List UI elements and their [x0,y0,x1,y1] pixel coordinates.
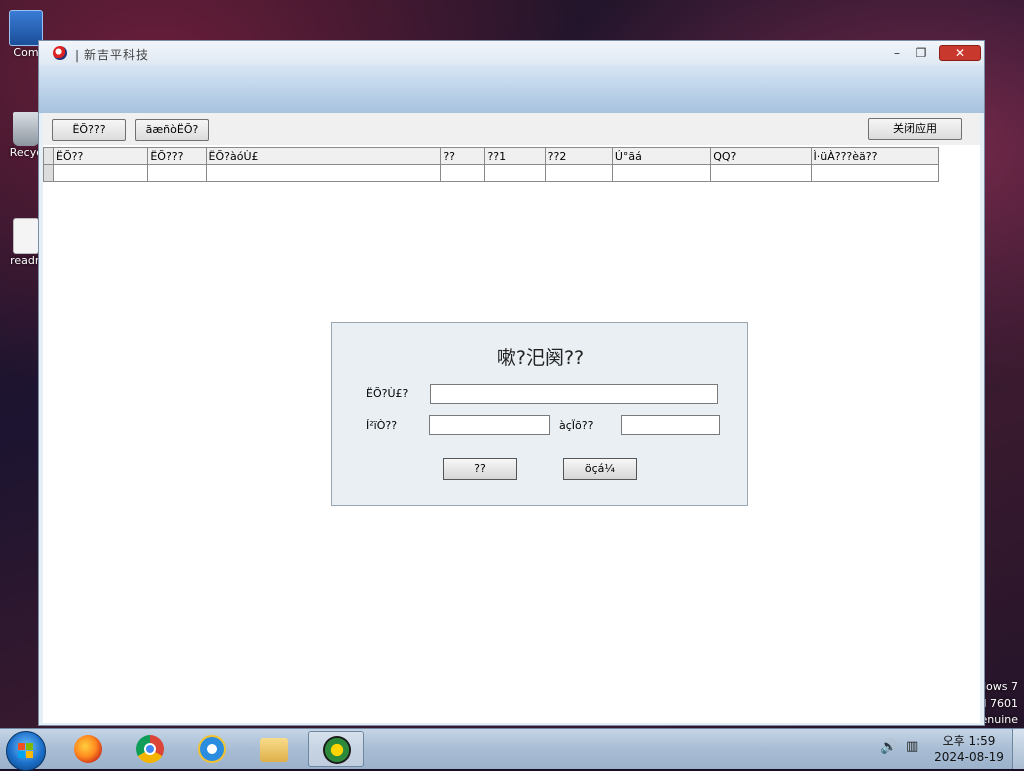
column-header[interactable]: ??1 [484,147,546,165]
grid-header-row: ËÕ?? ËÕ??? ËÕ?àóÙ£ ?? ??1 ??2 Ú°ãá QQ? Ì… [42,147,940,165]
recycle-bin-icon [13,112,39,146]
maximize-button[interactable]: ❐ [911,45,931,61]
field3-label: àçÏõ?? [559,419,594,432]
login-dialog: 嗽?汜阕?? ËÕ?Ù£? Í²ïÒ?? àçÏõ?? ?? öçá¼ [331,322,748,506]
network-icon[interactable]: ▥ [906,739,918,754]
chrome-icon [136,735,164,763]
toolbar-button-2[interactable]: ãæñòËÕ? [135,119,209,141]
document-icon [13,218,39,254]
minimize-button[interactable]: – [887,45,907,61]
column-header[interactable]: ËÕ?? [53,147,149,165]
table-cell[interactable] [53,164,149,182]
column-header[interactable]: ??2 [544,147,613,165]
close-app-button[interactable]: 关闭应用 [868,118,962,140]
column-header[interactable]: ËÕ??? [147,147,207,165]
table-cell[interactable] [710,164,812,182]
taskbar: 🔊 ▥ 오후 1:59 2024-08-19 [0,728,1024,771]
windows-watermark-line: d 7601 [979,697,1018,710]
volume-icon[interactable]: 🔊 [880,739,897,755]
field3-input[interactable] [621,415,720,435]
table-cell[interactable] [611,164,712,182]
app-icon [323,736,351,764]
field1-label: ËÕ?Ù£? [366,387,409,400]
window-title-text: 新吉平科技 [84,48,150,62]
column-header[interactable]: Ú°ãá [611,147,712,165]
table-cell[interactable] [484,164,546,182]
windows-logo-icon [18,743,34,759]
folder-icon [260,738,288,762]
start-button[interactable] [6,731,46,771]
show-desktop-button[interactable] [1012,729,1024,769]
taskbar-file-explorer[interactable] [246,731,302,767]
table-cell[interactable] [205,164,442,182]
toolbar-button-1[interactable]: ËÕ??? [52,119,126,141]
internet-explorer-icon [198,735,226,763]
clock-time: 오후 1:59 [942,734,996,748]
app-logo-icon [53,46,67,60]
table-cell[interactable] [544,164,613,182]
windows-watermark-line: enuine [980,713,1018,726]
clock[interactable]: 오후 1:59 2024-08-19 [932,733,1006,765]
toolbar: ËÕ??? ãæñòËÕ? 关闭应用 [43,113,980,145]
column-header[interactable]: ËÕ?àóÙ£ [205,147,442,165]
header-banner [39,65,984,113]
title-bar[interactable]: | 新吉平科技 – ❐ ✕ [39,41,984,65]
table-cell[interactable] [440,164,486,182]
taskbar-firefox[interactable] [60,731,116,767]
table-row[interactable] [42,164,940,182]
close-button[interactable]: ✕ [939,45,981,61]
data-grid: ËÕ?? ËÕ??? ËÕ?àóÙ£ ?? ??1 ??2 Ú°ãá QQ? Ì… [42,147,940,182]
ok-button[interactable]: ?? [443,458,517,480]
row-header-corner [42,147,55,165]
firefox-icon [74,735,102,763]
taskbar-internet-explorer[interactable] [184,731,240,767]
taskbar-app-active[interactable] [308,731,364,767]
dialog-title: 嗽?汜阕?? [496,347,585,369]
field2-input[interactable] [429,415,550,435]
table-cell[interactable] [810,164,940,182]
table-cell[interactable] [147,164,207,182]
taskbar-chrome[interactable] [122,731,178,767]
cancel-button[interactable]: öçá¼ [563,458,637,480]
field1-input[interactable] [430,384,718,404]
clock-date: 2024-08-19 [934,750,1004,764]
column-header[interactable]: Ì·üÀ???èä?? [810,147,940,165]
column-header[interactable]: QQ? [710,147,812,165]
column-header[interactable]: ?? [440,147,486,165]
window-title: | 新吉平科技 [75,48,150,62]
field2-label: Í²ïÒ?? [366,419,398,432]
row-selector[interactable] [42,164,55,182]
